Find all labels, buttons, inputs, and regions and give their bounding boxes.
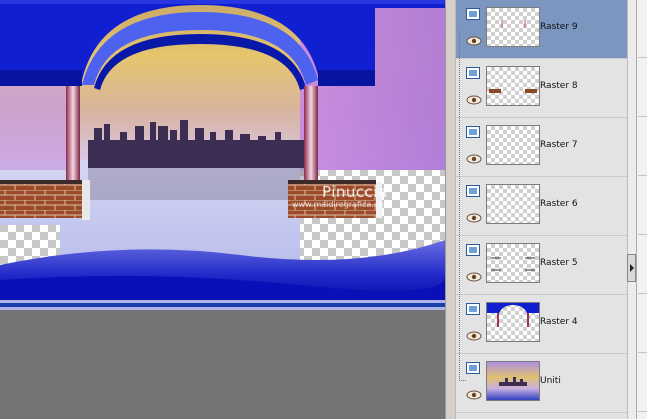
image-canvas-area[interactable]: Pinuccia www.maidiregrafica.eu <box>0 0 445 419</box>
layer-row-raster-4[interactable]: Raster 4 <box>456 295 628 354</box>
layer-thumbnail <box>486 184 540 224</box>
layer-name: Raster 6 <box>540 199 578 209</box>
watermark-url: www.maidiregrafica.eu <box>292 200 384 209</box>
layer-name: Raster 4 <box>540 317 578 327</box>
layer-row-raster-8[interactable]: Raster 8 <box>456 59 628 118</box>
strip-cell[interactable] <box>638 354 647 412</box>
properties-strip <box>636 0 647 419</box>
eye-icon[interactable] <box>466 213 482 223</box>
raster-layer-icon <box>466 8 480 20</box>
eye-icon[interactable] <box>466 154 482 164</box>
layer-name: Raster 8 <box>540 81 578 91</box>
scroll-right-arrow-icon[interactable] <box>627 254 636 282</box>
layer-name: Raster 9 <box>540 22 578 32</box>
layer-name: Raster 5 <box>540 258 578 268</box>
layer-thumbnail <box>486 302 540 342</box>
layer-thumbnail <box>486 125 540 165</box>
eye-icon[interactable] <box>466 95 482 105</box>
layer-group-tree-line <box>459 30 466 381</box>
layer-thumbnail <box>486 243 540 283</box>
raster-layer-icon <box>466 67 480 79</box>
strip-cell[interactable] <box>638 177 647 235</box>
layer-row-raster-9[interactable]: Raster 9 <box>456 0 628 59</box>
layer-row-raster-7[interactable]: Raster 7 <box>456 118 628 177</box>
raster-layer-icon <box>466 126 480 138</box>
layer-thumbnail <box>486 66 540 106</box>
raster-layer-icon <box>466 362 480 374</box>
layers-panel: Raster 9 Raster 8 Raster 7 Raster 6 Rast… <box>455 0 628 419</box>
strip-cell[interactable] <box>638 118 647 176</box>
layer-row-raster-6[interactable]: Raster 6 <box>456 177 628 236</box>
canvas-border-line <box>0 303 445 307</box>
eye-icon[interactable] <box>466 36 482 46</box>
layer-thumbnail <box>486 7 540 47</box>
eye-icon[interactable] <box>466 390 482 400</box>
layer-row-uniti[interactable]: Uniti <box>456 354 628 413</box>
strip-cell[interactable] <box>638 295 647 353</box>
layer-thumbnail <box>486 361 540 401</box>
layer-row-raster-5[interactable]: Raster 5 <box>456 236 628 295</box>
eye-icon[interactable] <box>466 331 482 341</box>
raster-layer-icon <box>466 244 480 256</box>
artwork-image[interactable] <box>0 0 445 310</box>
eye-icon[interactable] <box>466 272 482 282</box>
watermark-title: Pinuccia <box>322 183 388 201</box>
strip-cell[interactable] <box>638 236 647 294</box>
strip-cell[interactable] <box>638 59 647 117</box>
strip-cell[interactable] <box>638 0 647 58</box>
layer-name: Uniti <box>540 376 561 386</box>
raster-layer-icon <box>466 303 480 315</box>
layer-name: Raster 7 <box>540 140 578 150</box>
raster-layer-icon <box>466 185 480 197</box>
